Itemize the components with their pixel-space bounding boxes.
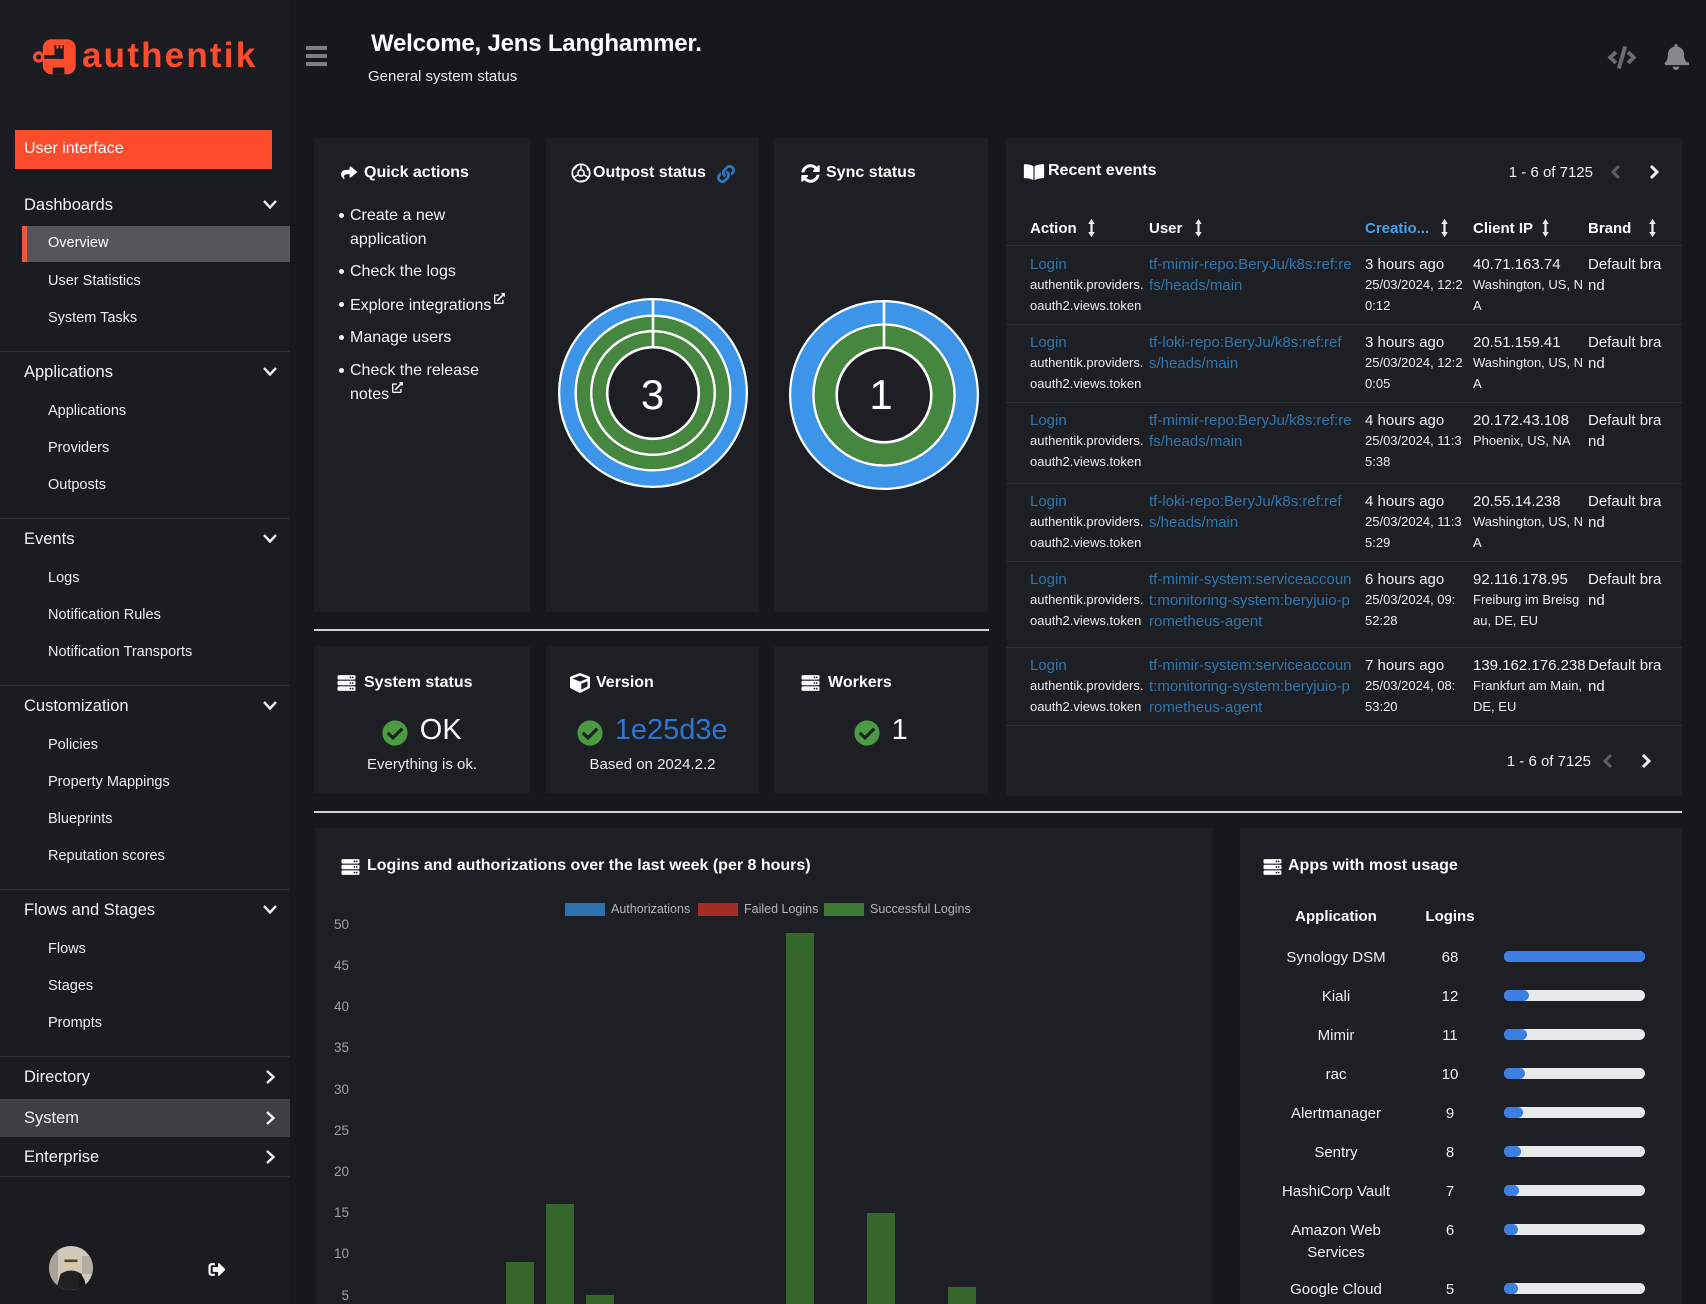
svg-text:authentik: authentik [82, 36, 257, 75]
